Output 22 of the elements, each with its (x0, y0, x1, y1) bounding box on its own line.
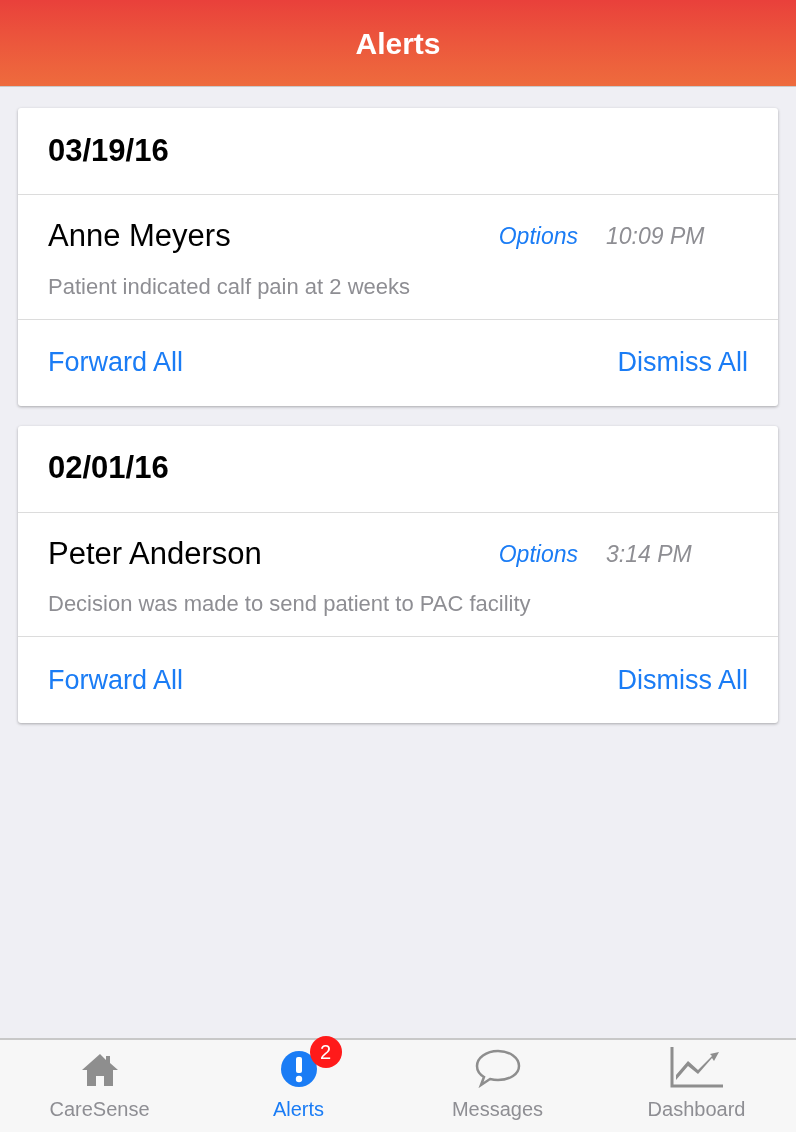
alert-time: 3:14 PM (606, 539, 693, 569)
alert-message: Patient indicated calf pain at 2 weeks (48, 272, 411, 301)
speech-bubble-icon (474, 1048, 521, 1088)
count-badge: 2 (309, 1036, 342, 1068)
tab-bar-item[interactable]: Messages (398, 1040, 597, 1132)
alert-time: 10:09 PM (606, 222, 706, 251)
date-heading: 03/19/16 (48, 131, 169, 170)
patient-name: Peter Anderson (48, 534, 263, 573)
alert-message: Decision was made to send patient to PAC facility (48, 590, 532, 618)
forward-all-link[interactable]: Forward All (48, 659, 184, 701)
dismiss-all-link[interactable]: Dismiss All (617, 659, 748, 701)
tab-bar-item[interactable]: Dashboard (597, 1040, 796, 1132)
dismiss-all-link[interactable]: Dismiss All (617, 342, 748, 383)
forward-all-link[interactable]: Forward All (48, 342, 184, 383)
header-title: Alerts (355, 25, 441, 62)
date-heading: 02/01/16 (48, 449, 169, 488)
tab-bar-item[interactable]: CareSense (0, 1040, 199, 1132)
patient-name: Anne Meyers (48, 217, 232, 255)
line-chart-icon (669, 1046, 724, 1088)
options-link[interactable]: Options (498, 536, 578, 571)
exclamation-icon (279, 1050, 318, 1088)
options-link[interactable]: Options (498, 219, 578, 254)
